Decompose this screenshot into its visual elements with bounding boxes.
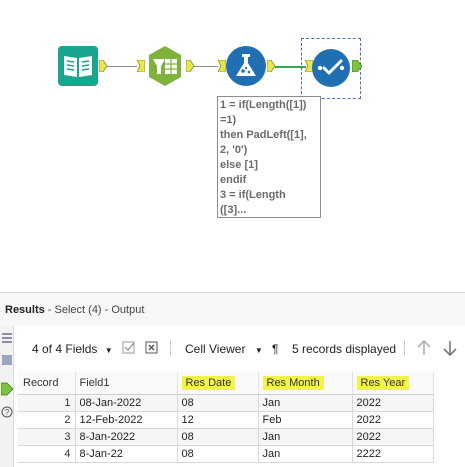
chevron-down-icon: ▼ — [254, 346, 263, 355]
column-header-res-month[interactable]: Res Month — [258, 372, 353, 395]
cell-field1[interactable]: 12-Feb-2022 — [75, 411, 178, 429]
formula-tool[interactable] — [226, 46, 266, 86]
cell-res-year[interactable]: 2022 — [352, 428, 434, 446]
cell-res-date[interactable]: 12 — [177, 411, 259, 429]
cell-field1[interactable]: 8-Jan-22 — [75, 445, 178, 463]
cell-viewer-label: Cell Viewer — [185, 342, 246, 356]
output-anchor[interactable] — [185, 59, 195, 73]
results-table: Record Field1 Res Date Res Month Res Yea… — [18, 372, 434, 463]
pilcrow-icon[interactable]: ¶ — [272, 342, 278, 356]
cell-res-date[interactable]: 08 — [177, 428, 259, 446]
input-data-tool[interactable] — [58, 46, 98, 86]
column-header-field1[interactable]: Field1 — [75, 372, 178, 395]
svg-text:?: ? — [5, 408, 10, 417]
sort-icon[interactable] — [122, 341, 136, 358]
connection-line[interactable] — [107, 66, 137, 67]
input-anchor[interactable] — [217, 59, 227, 73]
cell-res-year[interactable]: 2022 — [352, 411, 434, 429]
results-grid[interactable]: Record Field1 Res Date Res Month Res Yea… — [18, 372, 465, 463]
help-icon[interactable]: ? — [1, 406, 13, 418]
results-title: Results — [5, 304, 45, 316]
cell-field1[interactable]: 08-Jan-2022 — [75, 394, 178, 412]
cell-record[interactable]: 4 — [18, 445, 76, 463]
toolbar-divider — [404, 340, 405, 356]
cell-res-month[interactable]: Jan — [258, 394, 353, 412]
column-header-res-year[interactable]: Res Year — [352, 372, 434, 395]
column-header-record[interactable]: Record — [18, 372, 76, 395]
cell-res-month[interactable]: Jan — [258, 445, 353, 463]
results-sidebar: ? — [0, 326, 14, 467]
list-icon[interactable] — [1, 332, 13, 344]
results-subtitle: - Select (4) - Output — [44, 304, 145, 316]
cell-res-month[interactable]: Feb — [258, 411, 353, 429]
cell-viewer-dropdown[interactable]: Cell Viewer ▼ — [185, 342, 263, 356]
column-header-res-date[interactable]: Res Date — [177, 372, 259, 395]
connection-line[interactable] — [194, 66, 218, 67]
text-to-columns-tool[interactable] — [145, 46, 185, 86]
toolbar-divider — [170, 340, 171, 356]
arrow-up-icon[interactable] — [416, 339, 432, 360]
cell-field1[interactable]: 8-Jan-2022 — [75, 428, 178, 446]
output-anchor[interactable] — [266, 59, 276, 73]
data-anchor-icon[interactable] — [0, 382, 14, 396]
select-tool[interactable] — [311, 48, 351, 88]
cell-res-year[interactable]: 2222 — [352, 445, 434, 463]
table-row[interactable]: 2 12-Feb-2022 12 Feb 2022 — [18, 411, 434, 429]
book-icon — [58, 46, 98, 86]
results-header: Results - Select (4) - Output — [0, 292, 465, 326]
header-row: Record Field1 Res Date Res Month Res Yea… — [18, 372, 434, 395]
cell-res-date[interactable]: 08 — [177, 394, 259, 412]
cell-res-year[interactable]: 2022 — [352, 394, 434, 412]
check-flow-icon — [312, 49, 350, 87]
funnel-table-icon — [149, 46, 181, 86]
arrow-down-icon[interactable] — [442, 339, 458, 360]
results-toolbar: 4 of 4 Fields ▼ Cell Viewer ▼ ¶ 5 record… — [20, 335, 465, 363]
table-row[interactable]: 4 8-Jan-22 08 Jan 2222 — [18, 445, 434, 463]
formula-annotation: 1 = if(Length([1]) =1) then PadLeft([1],… — [217, 96, 321, 218]
output-anchor[interactable] — [98, 59, 108, 73]
fields-label: 4 of 4 Fields — [32, 342, 98, 356]
records-count: 5 records displayed — [292, 342, 397, 356]
remove-icon[interactable] — [145, 341, 159, 358]
workflow-canvas[interactable]: 1 = if(Length([1]) =1) then PadLeft([1],… — [0, 0, 465, 290]
table-row[interactable]: 1 08-Jan-2022 08 Jan 2022 — [18, 394, 434, 412]
cell-record[interactable]: 2 — [18, 411, 76, 429]
metadata-icon[interactable] — [1, 354, 13, 366]
cell-record[interactable]: 3 — [18, 428, 76, 446]
cell-record[interactable]: 1 — [18, 394, 76, 412]
table-row[interactable]: 3 8-Jan-2022 08 Jan 2022 — [18, 428, 434, 446]
output-anchor[interactable] — [351, 59, 363, 73]
fields-dropdown[interactable]: 4 of 4 Fields ▼ — [32, 342, 113, 356]
input-anchor[interactable] — [136, 59, 146, 73]
cell-res-date[interactable]: 08 — [177, 445, 259, 463]
cell-res-month[interactable]: Jan — [258, 428, 353, 446]
flask-icon — [226, 46, 266, 86]
chevron-down-icon: ▼ — [104, 346, 113, 355]
